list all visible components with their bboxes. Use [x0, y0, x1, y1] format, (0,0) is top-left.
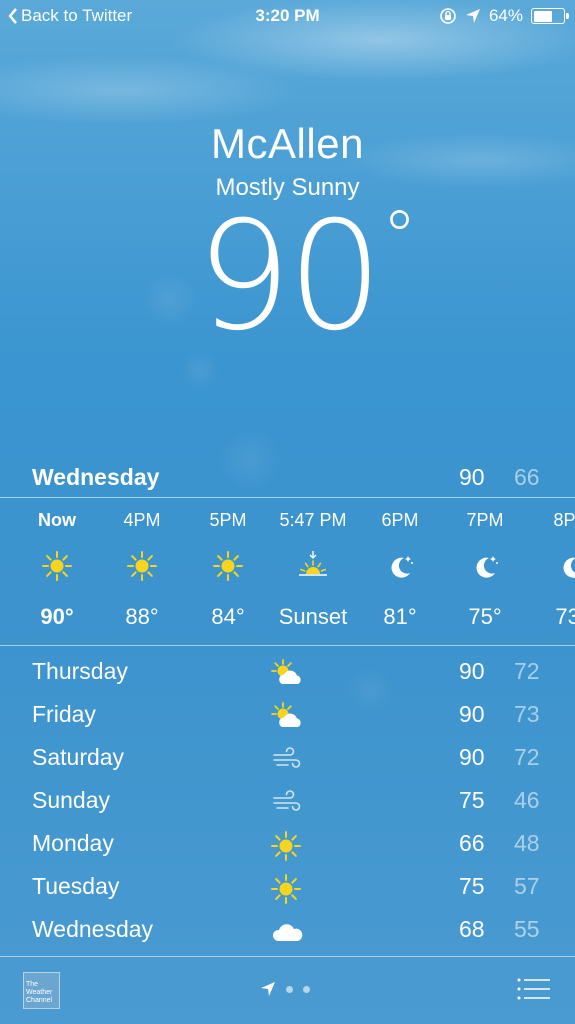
today-high: 90 — [459, 464, 485, 490]
day-high: 68 — [459, 916, 485, 942]
day-low: 57 — [514, 873, 540, 899]
list-icon[interactable] — [517, 977, 551, 1001]
rotation-lock-icon — [440, 8, 456, 24]
day-low: 46 — [514, 787, 540, 813]
divider-middle — [0, 645, 575, 646]
day-high: 90 — [459, 744, 485, 770]
hour-time: 8PM — [553, 510, 575, 530]
day-name: Tuesday — [32, 873, 120, 899]
day-name: Sunday — [32, 787, 111, 813]
hour-time: 4PM — [123, 510, 161, 530]
sunset-icon — [297, 550, 329, 582]
page-indicator[interactable] — [260, 981, 310, 997]
hour-time: 7PM — [466, 510, 504, 530]
hour-temp: 73° — [555, 604, 575, 629]
bottom-toolbar: The Weather Channel — [0, 957, 575, 1024]
hourly-forecast[interactable]: Now 90° 4PM 88° 5PM 84° 5:47 PM Sunset 6PM 81° 7… — [0, 498, 575, 644]
day-high: 75 — [459, 787, 485, 813]
wind-icon — [270, 744, 306, 774]
battery-percent: 64% — [488, 6, 523, 25]
moon-icon — [469, 550, 501, 582]
current-conditions: McAllen Mostly Sunny 90 ° — [0, 120, 575, 352]
moon-icon — [556, 550, 575, 582]
day-low: 72 — [514, 744, 540, 770]
day-low: 72 — [514, 658, 540, 684]
day-name: Wednesday — [32, 916, 154, 942]
location-services-icon — [465, 9, 480, 23]
today-summary: Wednesday 90 66 — [0, 458, 575, 496]
hour-time: 5PM — [209, 510, 247, 530]
hour-temp: 84° — [211, 604, 245, 629]
day-name: Monday — [32, 830, 114, 856]
daily-forecast[interactable]: Thursday 90 72 Friday 90 73 Saturday 90 72 Sun… — [0, 650, 575, 951]
logo-line-3: Channel — [26, 997, 53, 1004]
hour-temp: 88° — [125, 604, 159, 629]
hour-temp: 90° — [40, 604, 74, 629]
hour-temp: Sunset — [278, 604, 348, 629]
sun-icon — [270, 830, 306, 861]
degree-symbol: ° — [381, 196, 417, 278]
weather-channel-logo[interactable]: The Weather Channel — [23, 972, 60, 1009]
back-chevron-icon — [8, 8, 17, 24]
cloud-icon — [270, 916, 306, 946]
daily-row: Thursday 90 72 — [0, 650, 575, 693]
daily-row: Monday 66 48 — [0, 822, 575, 865]
day-high: 90 — [459, 701, 485, 727]
back-to-app-button[interactable]: Back to Twitter — [8, 6, 132, 26]
battery-icon — [531, 8, 569, 24]
today-day: Wednesday — [32, 464, 160, 490]
day-name: Saturday — [32, 744, 125, 770]
day-high: 75 — [459, 873, 485, 899]
sun-icon — [212, 550, 244, 582]
battery-level — [533, 10, 553, 22]
current-temperature: 90 ° — [196, 202, 417, 352]
daily-row: Saturday 90 72 — [0, 736, 575, 779]
daily-row: Wednesday 68 55 — [0, 908, 575, 951]
temperature-value: 90 — [196, 190, 383, 364]
daily-row: Tuesday 75 57 — [0, 865, 575, 908]
back-label: Back to Twitter — [21, 6, 133, 25]
day-low: 73 — [514, 701, 540, 727]
daily-row: Sunday 75 46 — [0, 779, 575, 822]
city-name: McAllen — [211, 120, 364, 167]
daily-row: Friday 90 73 — [0, 693, 575, 736]
location-arrow-icon — [261, 982, 275, 996]
hour-time: Now — [38, 510, 76, 530]
logo-line-1: The — [26, 981, 39, 988]
partly-cloudy-icon — [270, 658, 306, 688]
day-low: 55 — [514, 916, 540, 942]
hour-time: 5:47 PM — [279, 510, 347, 530]
hour-temp: 81° — [383, 604, 417, 629]
partly-cloudy-icon — [270, 701, 306, 731]
hour-time: 6PM — [381, 510, 419, 530]
status-bar: Back to Twitter 3:20 PM 64% — [0, 0, 575, 32]
day-low: 48 — [514, 830, 540, 856]
moon-icon — [384, 550, 416, 582]
hour-temp: 75° — [468, 604, 502, 629]
page-dot — [303, 985, 310, 993]
sun-icon — [270, 873, 306, 904]
sun-icon — [126, 550, 158, 582]
day-name: Friday — [32, 701, 96, 727]
day-high: 90 — [459, 658, 485, 684]
page-dot — [286, 985, 293, 993]
sun-icon — [41, 550, 73, 582]
today-low: 66 — [514, 464, 540, 490]
day-high: 66 — [459, 830, 485, 856]
logo-line-2: Weather — [26, 989, 53, 996]
wind-icon — [270, 787, 306, 817]
day-name: Thursday — [32, 658, 128, 684]
